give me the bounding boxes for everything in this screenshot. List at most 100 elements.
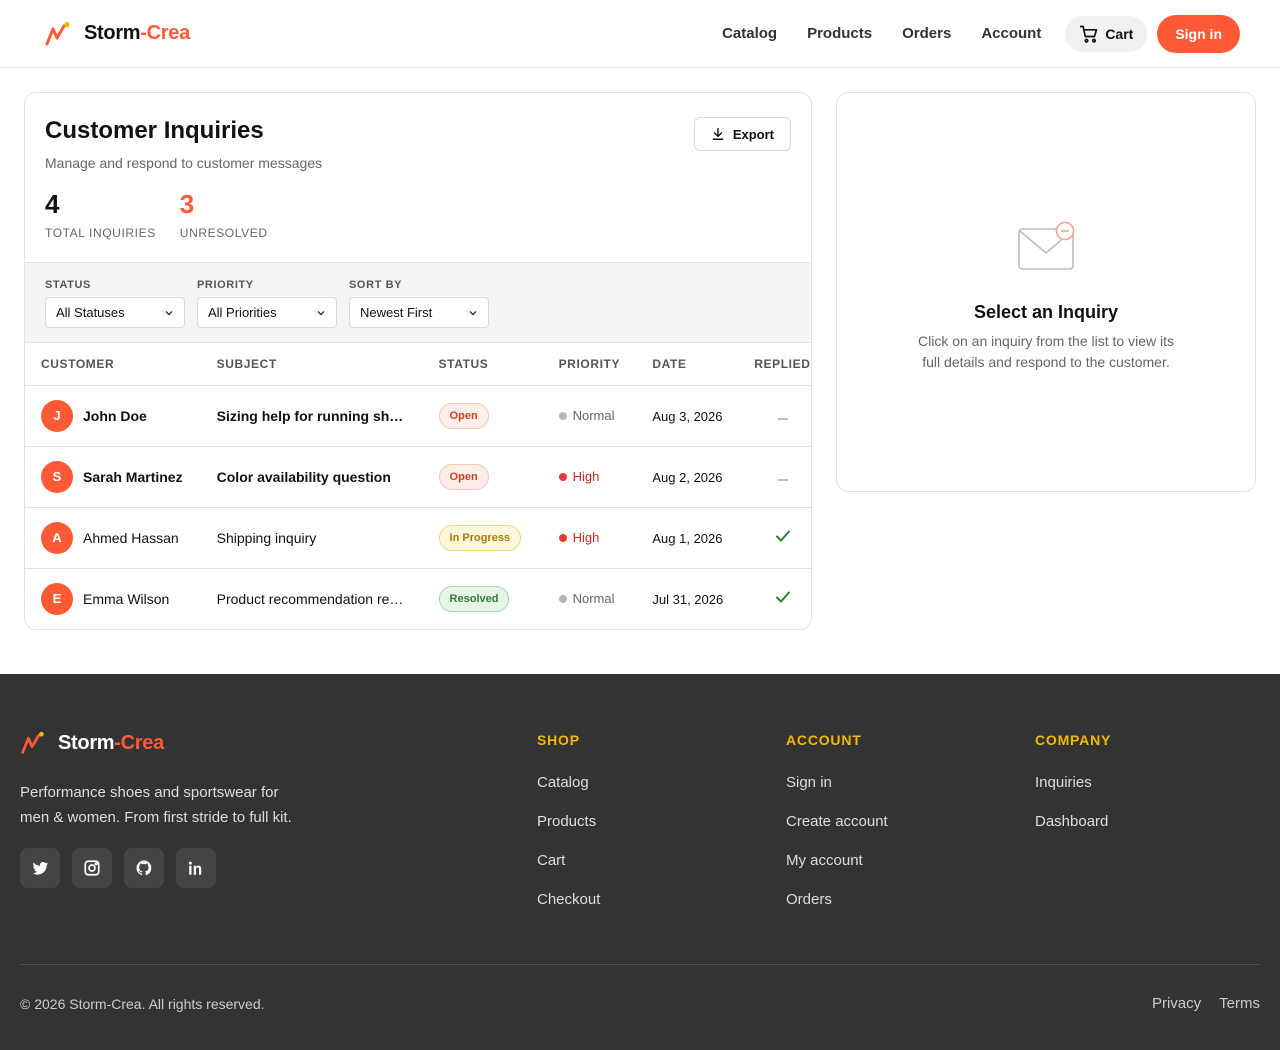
- priority-label: Normal: [572, 591, 615, 607]
- filter-status: STATUS All Statuses: [45, 279, 185, 328]
- status-select[interactable]: All Statuses: [45, 297, 185, 328]
- footer-brand-name: Storm-Crea: [58, 731, 164, 754]
- footer-link-sign-in[interactable]: Sign in: [786, 774, 888, 791]
- twitter-icon: [32, 862, 49, 875]
- col-customer[interactable]: CUSTOMER: [25, 343, 217, 386]
- inquiry-subject: Sizing help for running shoes: [216, 407, 405, 424]
- footer-link-create-account[interactable]: Create account: [786, 813, 888, 830]
- status-badge: Open: [438, 402, 489, 429]
- inquiry-subject: Product recommendation request: [216, 590, 405, 607]
- status-badge: In Progress: [438, 524, 522, 551]
- table-row[interactable]: J John Doe Sizing help for running shoes …: [25, 385, 811, 447]
- filter-priority-label: PRIORITY: [197, 279, 254, 291]
- brand-logo-link[interactable]: Storm-Crea: [44, 20, 190, 48]
- inquiries-panel: Customer Inquiries Manage and respond to…: [24, 92, 812, 630]
- footer-link-catalog[interactable]: Catalog: [537, 774, 600, 791]
- status-badge: Open: [438, 463, 489, 490]
- col-priority[interactable]: PRIORITY: [558, 343, 653, 386]
- footer-col-company: COMPANY Inquiries Dashboard: [1035, 732, 1111, 852]
- footer-link-checkout[interactable]: Checkout: [537, 891, 600, 908]
- site-footer: Storm-Crea Performance shoes and sportsw…: [0, 674, 1280, 1050]
- stat-unresolved-value: 3: [179, 189, 195, 219]
- top-navbar: Storm-Crea Catalog Products Orders Accou…: [0, 0, 1280, 68]
- sort-select-value: Newest First: [360, 305, 433, 320]
- inquiry-date: Jul 31, 2026: [652, 591, 724, 607]
- sort-select[interactable]: Newest First: [349, 297, 489, 328]
- nav-catalog[interactable]: Catalog: [722, 25, 777, 42]
- inquiry-subject: Shipping inquiry: [216, 529, 317, 546]
- filter-priority: PRIORITY All Priorities: [197, 279, 337, 328]
- avatar: J: [41, 399, 73, 432]
- col-subject[interactable]: SUBJECT: [216, 343, 439, 386]
- footer-link-my-account[interactable]: My account: [786, 852, 888, 869]
- inquiries-header: Customer Inquiries Manage and respond to…: [25, 93, 811, 262]
- stat-unresolved: 3 UNRESOLVED: [180, 189, 268, 240]
- main-content: Customer Inquiries Manage and respond to…: [0, 68, 1280, 674]
- nav-products[interactable]: Products: [807, 25, 872, 42]
- footer-link-dashboard[interactable]: Dashboard: [1035, 813, 1111, 830]
- nav-orders[interactable]: Orders: [902, 25, 951, 42]
- twitter-link[interactable]: [20, 848, 60, 888]
- instagram-icon: [84, 860, 100, 876]
- priority-dot-icon: [558, 594, 567, 603]
- github-link[interactable]: [124, 848, 164, 888]
- priority-select[interactable]: All Priorities: [197, 297, 337, 328]
- priority-indicator: High: [558, 469, 653, 484]
- stat-total: 4 TOTAL INQUIRIES: [45, 189, 156, 240]
- filter-status-label: STATUS: [45, 279, 91, 291]
- social-links: [20, 848, 216, 888]
- cart-button[interactable]: Cart: [1065, 15, 1148, 52]
- page-title: Customer Inquiries: [45, 117, 264, 144]
- footer-link-inquiries[interactable]: Inquiries: [1035, 774, 1111, 791]
- footer-brand[interactable]: Storm-Crea: [20, 730, 164, 756]
- col-date[interactable]: DATE: [652, 343, 755, 386]
- chevron-down-icon: [317, 310, 325, 315]
- col-replied[interactable]: REPLIED: [754, 343, 811, 386]
- table-row[interactable]: A Ahmed Hassan Shipping inquiry In Progre…: [25, 507, 811, 569]
- envelope-icon: [1018, 221, 1075, 270]
- col-status[interactable]: STATUS: [438, 343, 559, 386]
- filter-sort: SORT BY Newest First: [349, 279, 489, 328]
- customer-name: John Doe: [83, 407, 147, 424]
- inquiry-date: Aug 1, 2026: [652, 530, 723, 546]
- avatar: S: [41, 460, 73, 493]
- footer-link-cart[interactable]: Cart: [537, 852, 600, 869]
- inquiry-date: Aug 3, 2026: [652, 408, 723, 424]
- customer-name: Emma Wilson: [83, 590, 170, 607]
- brand-bolt-icon: [45, 21, 70, 45]
- linkedin-link[interactable]: [176, 848, 216, 888]
- github-icon: [136, 860, 152, 876]
- priority-indicator: Normal: [558, 408, 653, 423]
- priority-label: High: [572, 530, 600, 545]
- export-label: Export: [732, 126, 774, 142]
- linkedin-icon: [188, 861, 202, 875]
- footer-divider: [20, 964, 1260, 965]
- main-nav: Catalog Products Orders Account Cart Sig…: [722, 14, 1240, 53]
- terms-link[interactable]: Terms: [1219, 995, 1260, 1012]
- footer-link-orders[interactable]: Orders: [786, 891, 888, 908]
- footer-col-account: ACCOUNT Sign in Create account My accoun…: [786, 732, 888, 930]
- instagram-link[interactable]: [72, 848, 112, 888]
- download-icon: [712, 128, 724, 140]
- status-select-value: All Statuses: [56, 305, 125, 320]
- customer-name: Sarah Martinez: [83, 468, 183, 485]
- cart-icon: [1080, 25, 1098, 43]
- table-row[interactable]: S Sarah Martinez Color availability quest…: [25, 446, 811, 508]
- table-row[interactable]: E Emma Wilson Product recommendation requ…: [25, 568, 811, 629]
- nav-account[interactable]: Account: [981, 25, 1041, 42]
- brand-name: Storm-Crea: [84, 22, 190, 44]
- page-subtitle: Manage and respond to customer messages: [45, 155, 323, 171]
- footer-link-products[interactable]: Products: [537, 813, 600, 830]
- inquiries-table: CUSTOMER SUBJECT STATUS PRIORITY DATE RE…: [25, 343, 811, 629]
- filter-bar: STATUS All Statuses PRIORITY All Priorit…: [25, 262, 811, 343]
- copyright-text: © 2026 Storm-Crea. All rights reserved.: [20, 996, 265, 1012]
- check-icon: [775, 591, 790, 603]
- dash-icon: [777, 478, 788, 481]
- priority-dot-icon: [558, 472, 567, 481]
- export-button[interactable]: Export: [693, 117, 791, 151]
- sign-in-button[interactable]: Sign in: [1157, 14, 1240, 53]
- footer-tagline: Performance shoes and sportswear for men…: [20, 784, 292, 826]
- privacy-link[interactable]: Privacy: [1152, 995, 1201, 1012]
- filter-sort-label: SORT BY: [349, 279, 403, 291]
- footer-heading-account: ACCOUNT: [786, 732, 862, 748]
